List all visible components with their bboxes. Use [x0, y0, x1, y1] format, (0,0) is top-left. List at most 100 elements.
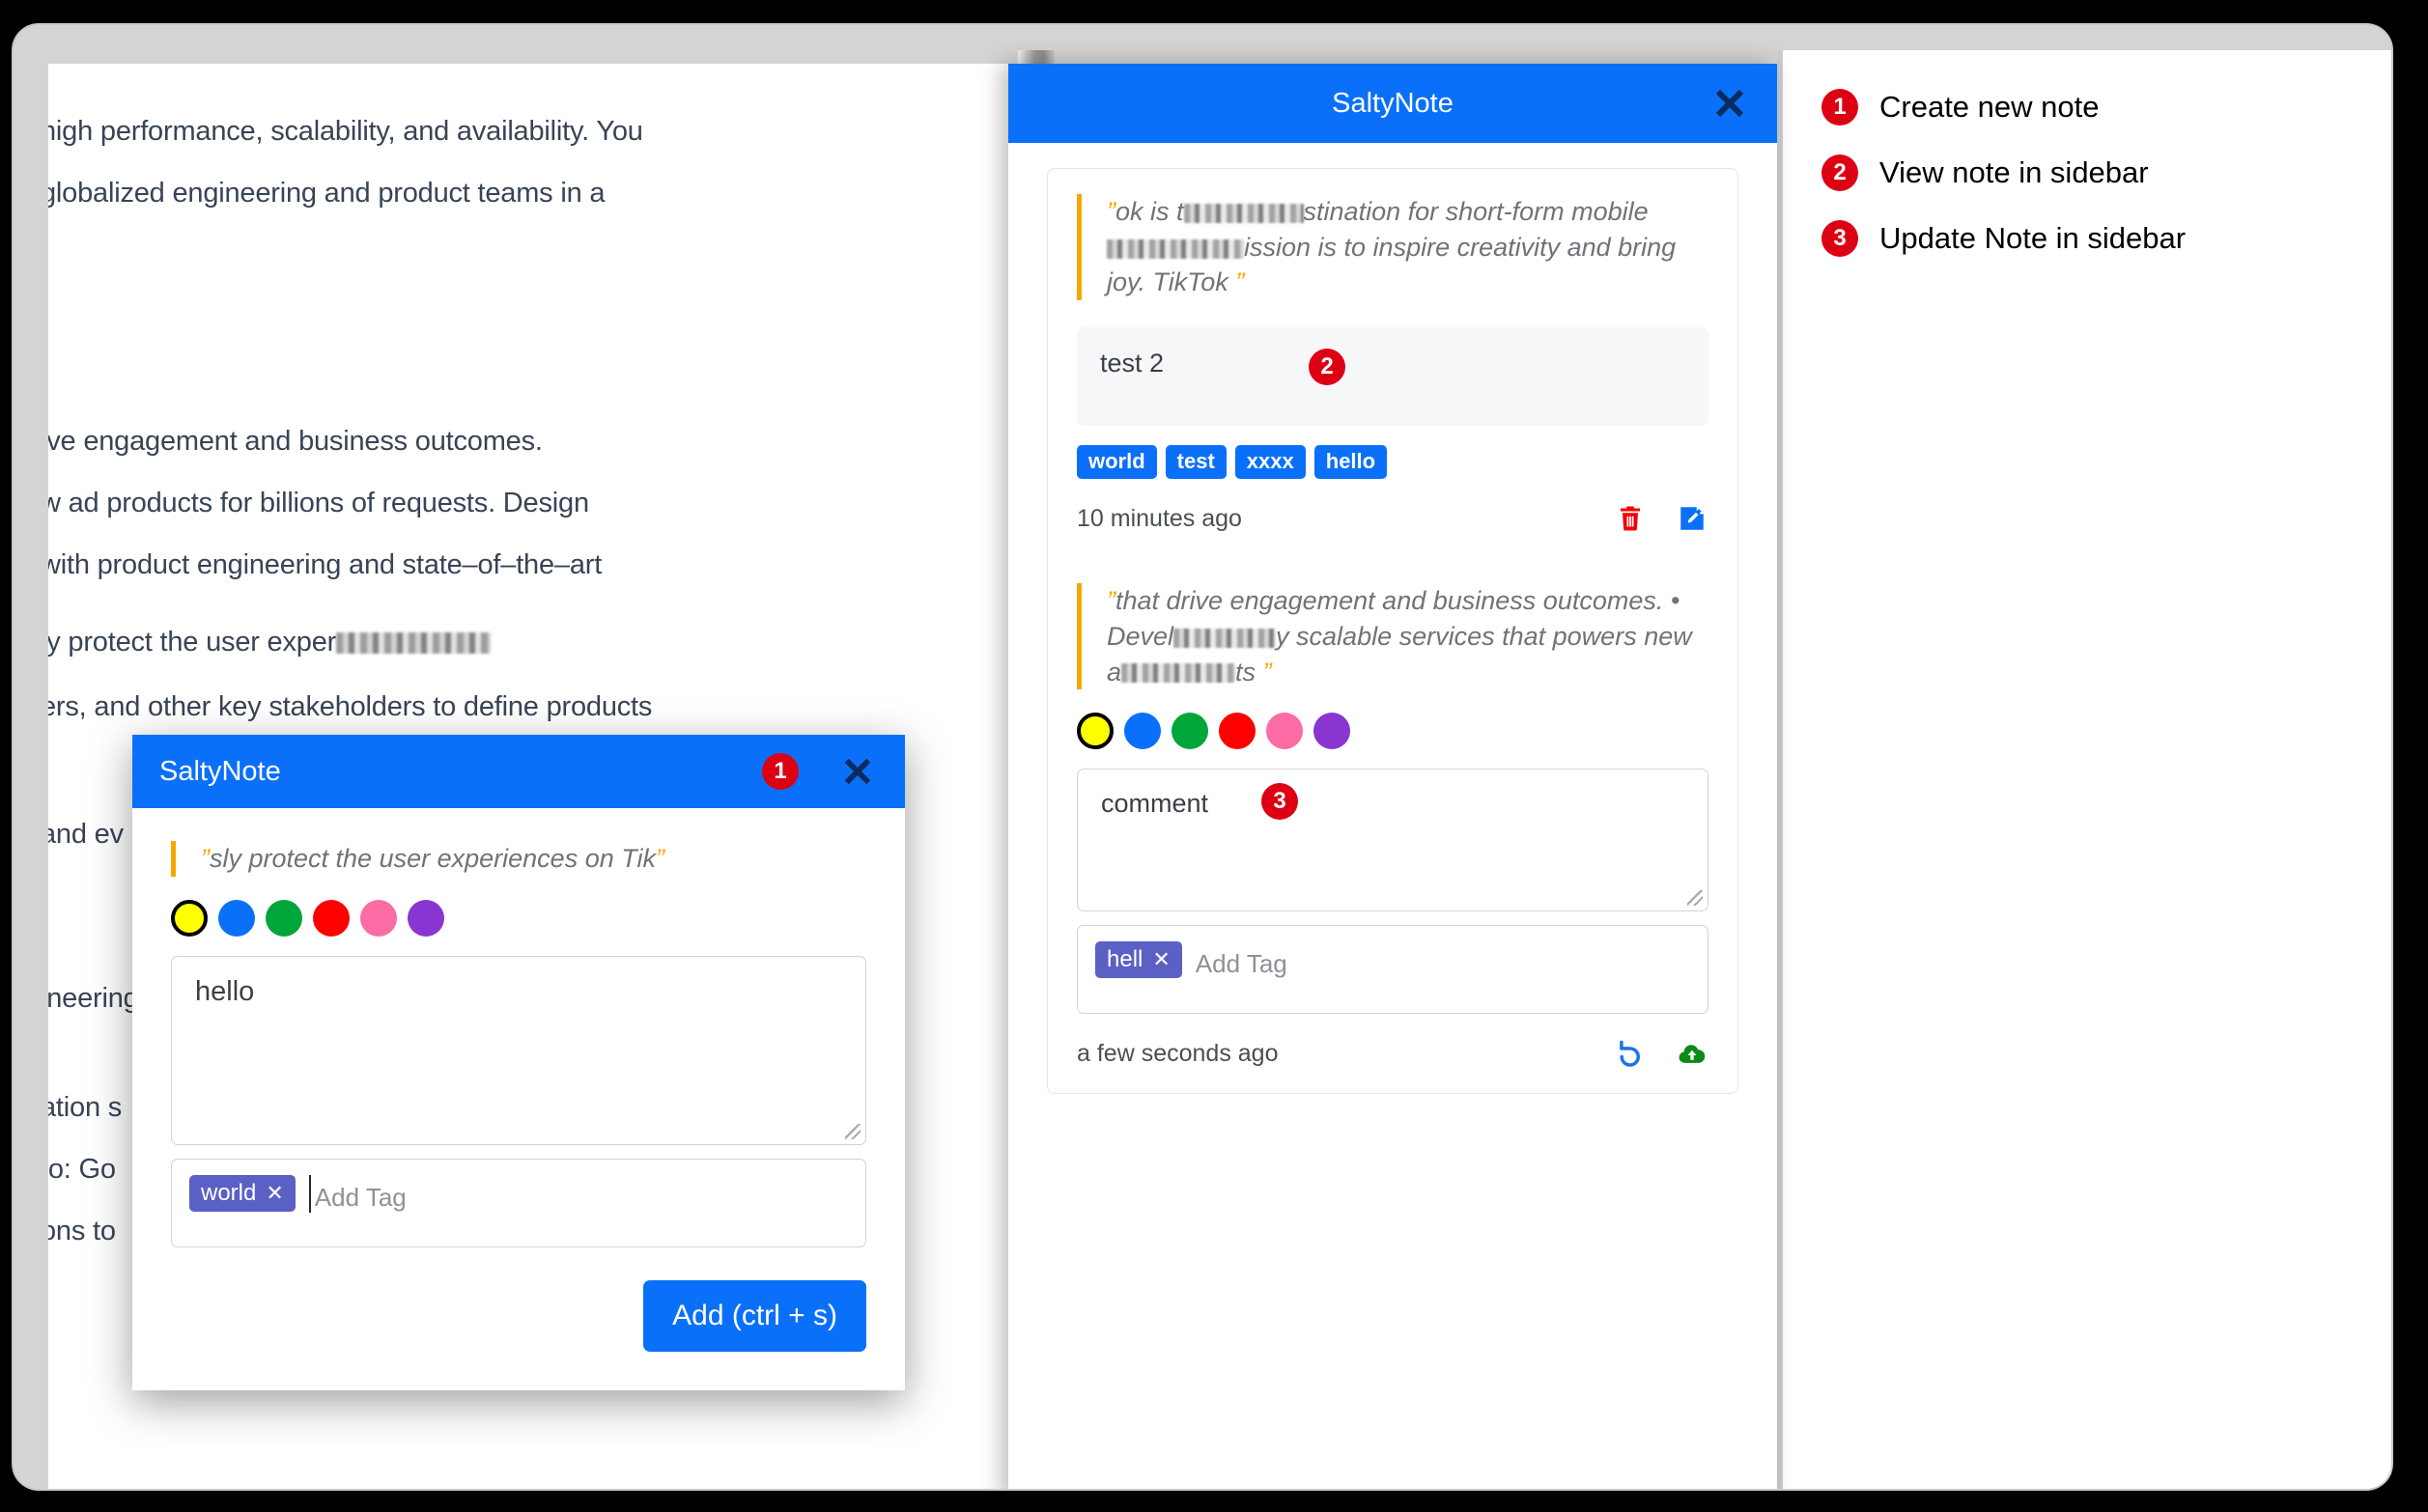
redacted-text — [1173, 628, 1277, 648]
quote-close-mark: ” — [655, 844, 664, 873]
annotation-badge-2: 2 — [1309, 349, 1345, 386]
modal-quote: ”sly protect the user experiences on Tik… — [171, 841, 866, 877]
quote-open-mark: ” — [1107, 197, 1115, 226]
note-card[interactable]: ”ok is t stination for short-form mobilei… — [1047, 168, 1738, 559]
color-swatch[interactable] — [1219, 713, 1256, 750]
annotation-legend: 1 Create new note 2 View note in sidebar 3 Up… — [1821, 89, 2186, 286]
document-line: ons to — [48, 1216, 116, 1246]
screenshot-root: high performance, scalability, and avail… — [0, 0, 2428, 1512]
modal-tag-input[interactable]: world ✕ Add Tag — [171, 1158, 866, 1247]
note-body[interactable]: test 2 2 — [1077, 327, 1708, 427]
redacted-text — [1107, 238, 1244, 259]
note-timestamp: a few seconds ago — [1077, 1039, 1279, 1067]
note-quote-mid: stination for short-form mobile — [1303, 197, 1649, 226]
device-frame-inner: high performance, scalability, and avail… — [14, 25, 2391, 1489]
document-line: ive engagement and business outcomes. — [48, 426, 543, 457]
note-tag-row: world test xxxx hello — [1077, 445, 1708, 480]
note-comment-text: comment — [1101, 789, 1209, 819]
note-quote-suffix: ts — [1235, 657, 1256, 686]
tag-remove-icon[interactable]: ✕ — [266, 1182, 283, 1204]
note-comment-input[interactable]: comment 3 — [1077, 769, 1708, 912]
tag-chip[interactable]: test — [1165, 445, 1227, 480]
note-quote: ”that drive engagement and business outc… — [1077, 583, 1708, 690]
note-actions — [1614, 1037, 1708, 1070]
note-actions — [1614, 502, 1708, 535]
color-swatch[interactable] — [171, 899, 208, 937]
note-timestamp: 10 minutes ago — [1077, 504, 1242, 532]
redacted-text — [1121, 663, 1236, 684]
legend-badge: 1 — [1821, 89, 1858, 126]
document-line: with product engineering and state–of–th… — [48, 549, 603, 580]
note-footer: a few seconds ago — [1077, 1037, 1708, 1070]
color-swatch[interactable] — [1124, 713, 1161, 750]
legend-badge: 3 — [1821, 220, 1858, 257]
color-swatch[interactable] — [218, 899, 255, 937]
document-line: ly protect the user exper — [48, 627, 492, 658]
redacted-text — [1183, 203, 1304, 223]
note-card[interactable]: ”that drive engagement and business outc… — [1047, 558, 1738, 1095]
note-text-input[interactable]: hello — [171, 955, 866, 1145]
legend-item: 2 View note in sidebar — [1821, 154, 2186, 191]
color-swatch[interactable] — [1172, 713, 1208, 750]
modal-title: SaltyNote — [159, 755, 281, 787]
document-line: high performance, scalability, and avail… — [48, 116, 643, 147]
color-swatch[interactable] — [313, 899, 350, 937]
note-footer: 10 minutes ago — [1077, 502, 1708, 535]
color-swatch[interactable] — [360, 899, 397, 937]
color-swatch-row — [171, 899, 866, 937]
modal-footer: Add (ctrl + s) — [171, 1279, 866, 1352]
edit-note-icon[interactable] — [1676, 502, 1708, 535]
note-quote-prefix: ok is t — [1115, 197, 1184, 226]
modal-header: SaltyNote 1 — [132, 735, 905, 808]
cloud-upload-icon[interactable] — [1676, 1037, 1708, 1070]
resize-grip[interactable] — [1687, 890, 1703, 907]
color-swatch[interactable] — [408, 899, 444, 937]
color-swatch[interactable] — [1266, 713, 1303, 750]
document-line: ineering — [48, 983, 139, 1014]
color-swatch[interactable] — [1313, 713, 1350, 750]
legend-label: Update Note in sidebar — [1879, 221, 2187, 255]
modal-quote-text: sly protect the user experiences on Tik — [210, 844, 656, 873]
document-line: globalized engineering and product teams… — [48, 178, 606, 209]
note-text-value: hello — [195, 975, 255, 1007]
tag-pill-label: hell — [1107, 946, 1143, 973]
resize-grip[interactable] — [845, 1123, 861, 1139]
note-body-text: test 2 — [1100, 349, 1165, 378]
tag-pill[interactable]: hell ✕ — [1095, 941, 1182, 979]
tag-chip[interactable]: world — [1077, 445, 1157, 480]
close-icon[interactable] — [841, 755, 874, 788]
quote-close-mark: ” — [1235, 267, 1245, 297]
saltynote-sidebar: SaltyNote ”ok is t stination for short-fo… — [1008, 64, 1777, 1489]
quote-open-mark: ” — [1107, 586, 1115, 616]
legend-badge: 2 — [1821, 154, 1858, 191]
tag-pill-label: world — [201, 1179, 257, 1206]
note-tag-input[interactable]: hell ✕ Add Tag — [1077, 925, 1708, 1015]
tag-input-placeholder[interactable]: Add Tag — [308, 1174, 407, 1213]
document-line: ation s — [48, 1092, 123, 1123]
document-line: and ev — [48, 819, 124, 850]
color-swatch[interactable] — [266, 899, 302, 937]
quote-close-mark: ” — [1262, 657, 1272, 686]
tag-remove-icon[interactable]: ✕ — [1152, 949, 1170, 970]
tag-pill[interactable]: world ✕ — [189, 1174, 296, 1212]
create-note-modal: SaltyNote 1 ”sly protect the user experi… — [132, 735, 905, 1390]
document-line: to: Go — [48, 1154, 116, 1185]
legend-label: View note in sidebar — [1879, 155, 2149, 189]
legend-label: Create new note — [1879, 90, 2100, 124]
quote-open-mark: ” — [201, 844, 210, 873]
notes-list: ”ok is t stination for short-form mobilei… — [1008, 143, 1777, 1095]
add-note-button[interactable]: Add (ctrl + s) — [643, 1279, 866, 1352]
redacted-text — [336, 632, 492, 655]
modal-body: ”sly protect the user experiences on Tik… — [132, 808, 905, 1390]
close-icon[interactable] — [1713, 87, 1746, 120]
tag-chip[interactable]: hello — [1313, 445, 1388, 480]
note-quote: ”ok is t stination for short-form mobilei… — [1077, 194, 1708, 301]
trash-icon[interactable] — [1614, 502, 1647, 535]
tag-chip[interactable]: xxxx — [1234, 445, 1306, 480]
sidebar-title: SaltyNote — [1332, 87, 1454, 119]
annotation-badge-3: 3 — [1261, 783, 1298, 821]
tag-input-placeholder[interactable]: Add Tag — [1196, 941, 1287, 979]
color-swatch[interactable] — [1077, 713, 1114, 750]
undo-icon[interactable] — [1614, 1037, 1647, 1070]
legend-item: 3 Update Note in sidebar — [1821, 220, 2186, 257]
